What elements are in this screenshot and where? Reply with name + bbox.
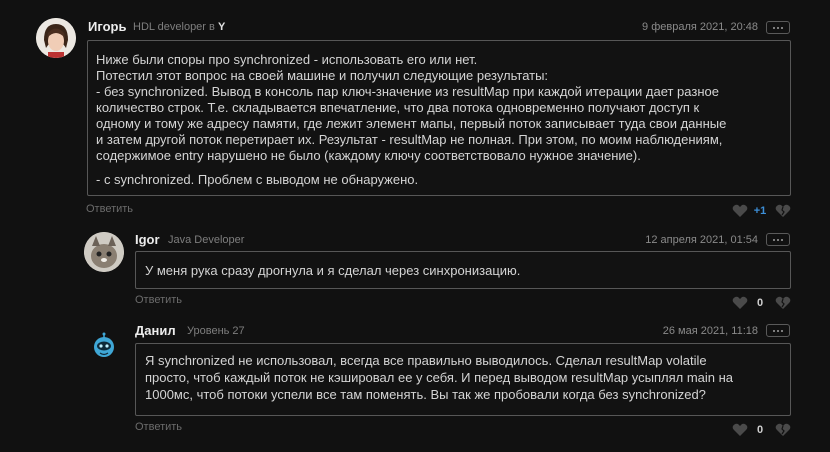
reply-button[interactable]: Ответить [135,421,182,433]
comment-date: 9 февраля 2021, 20:48 [642,21,758,33]
more-icon[interactable] [766,233,790,246]
author-role-text: HDL developer в [133,21,215,33]
vote-count: +1 [753,205,767,217]
like-heart-icon[interactable] [732,296,748,310]
comment-line: - с synchronized. Проблем с выводом не о… [96,172,419,187]
vote-count: 0 [756,424,764,436]
more-icon[interactable] [766,324,790,337]
vote-count: 0 [756,297,764,309]
comment-body: У меня рука сразу дрогнула и я сделал че… [135,251,791,289]
company-name[interactable]: Y [218,21,225,33]
comment-line: и затем другой поток перетирает их. Резу… [96,132,723,147]
dislike-heart-icon[interactable] [775,423,791,437]
dislike-heart-icon[interactable] [775,204,791,218]
comment-line: - без synchronized. Вывод в консоль пар … [96,84,719,99]
comment-body: Я synchronized не использовал, всегда вс… [135,343,791,416]
comment-line: количество строк. Т.е. складывается впеч… [96,100,700,115]
comment-line: Я synchronized не использовал, всегда вс… [145,353,707,368]
author-name[interactable]: Данил [135,323,176,338]
more-icon[interactable] [766,21,790,34]
author-role: Java Developer [168,234,245,246]
comment-line: Ниже были споры про synchronized - испол… [96,52,478,67]
like-heart-icon[interactable] [732,423,748,437]
author-role: Уровень 27 [187,325,245,337]
comment-line: У меня рука сразу дрогнула и я сделал че… [145,263,521,278]
comment-body: Ниже были споры про synchronized - испол… [87,40,791,196]
author-name[interactable]: Игорь [88,19,126,34]
comment-line: просто, чтоб каждый поток не кэшировал е… [145,370,734,385]
avatar[interactable] [36,18,76,58]
author-name[interactable]: Igor [135,232,160,247]
reply-button[interactable]: Ответить [86,203,133,215]
reply-button[interactable]: Ответить [135,294,182,306]
like-heart-icon[interactable] [732,204,748,218]
comment-line: одному и тому же адресу памяти, где лежи… [96,116,727,131]
avatar[interactable] [84,232,124,272]
comment-date: 26 мая 2021, 11:18 [662,325,758,337]
avatar[interactable] [90,332,118,360]
comment-line: Потестил этот вопрос на своей машине и п… [96,68,549,83]
comment-line: 1000мс, чтоб потоки успели все там помен… [145,387,706,402]
comment-date: 12 апреля 2021, 01:54 [645,234,758,246]
author-role: HDL developer в Y [133,21,225,33]
comment-line: содержимое entry нарушено не было (каждо… [96,148,641,163]
dislike-heart-icon[interactable] [775,296,791,310]
